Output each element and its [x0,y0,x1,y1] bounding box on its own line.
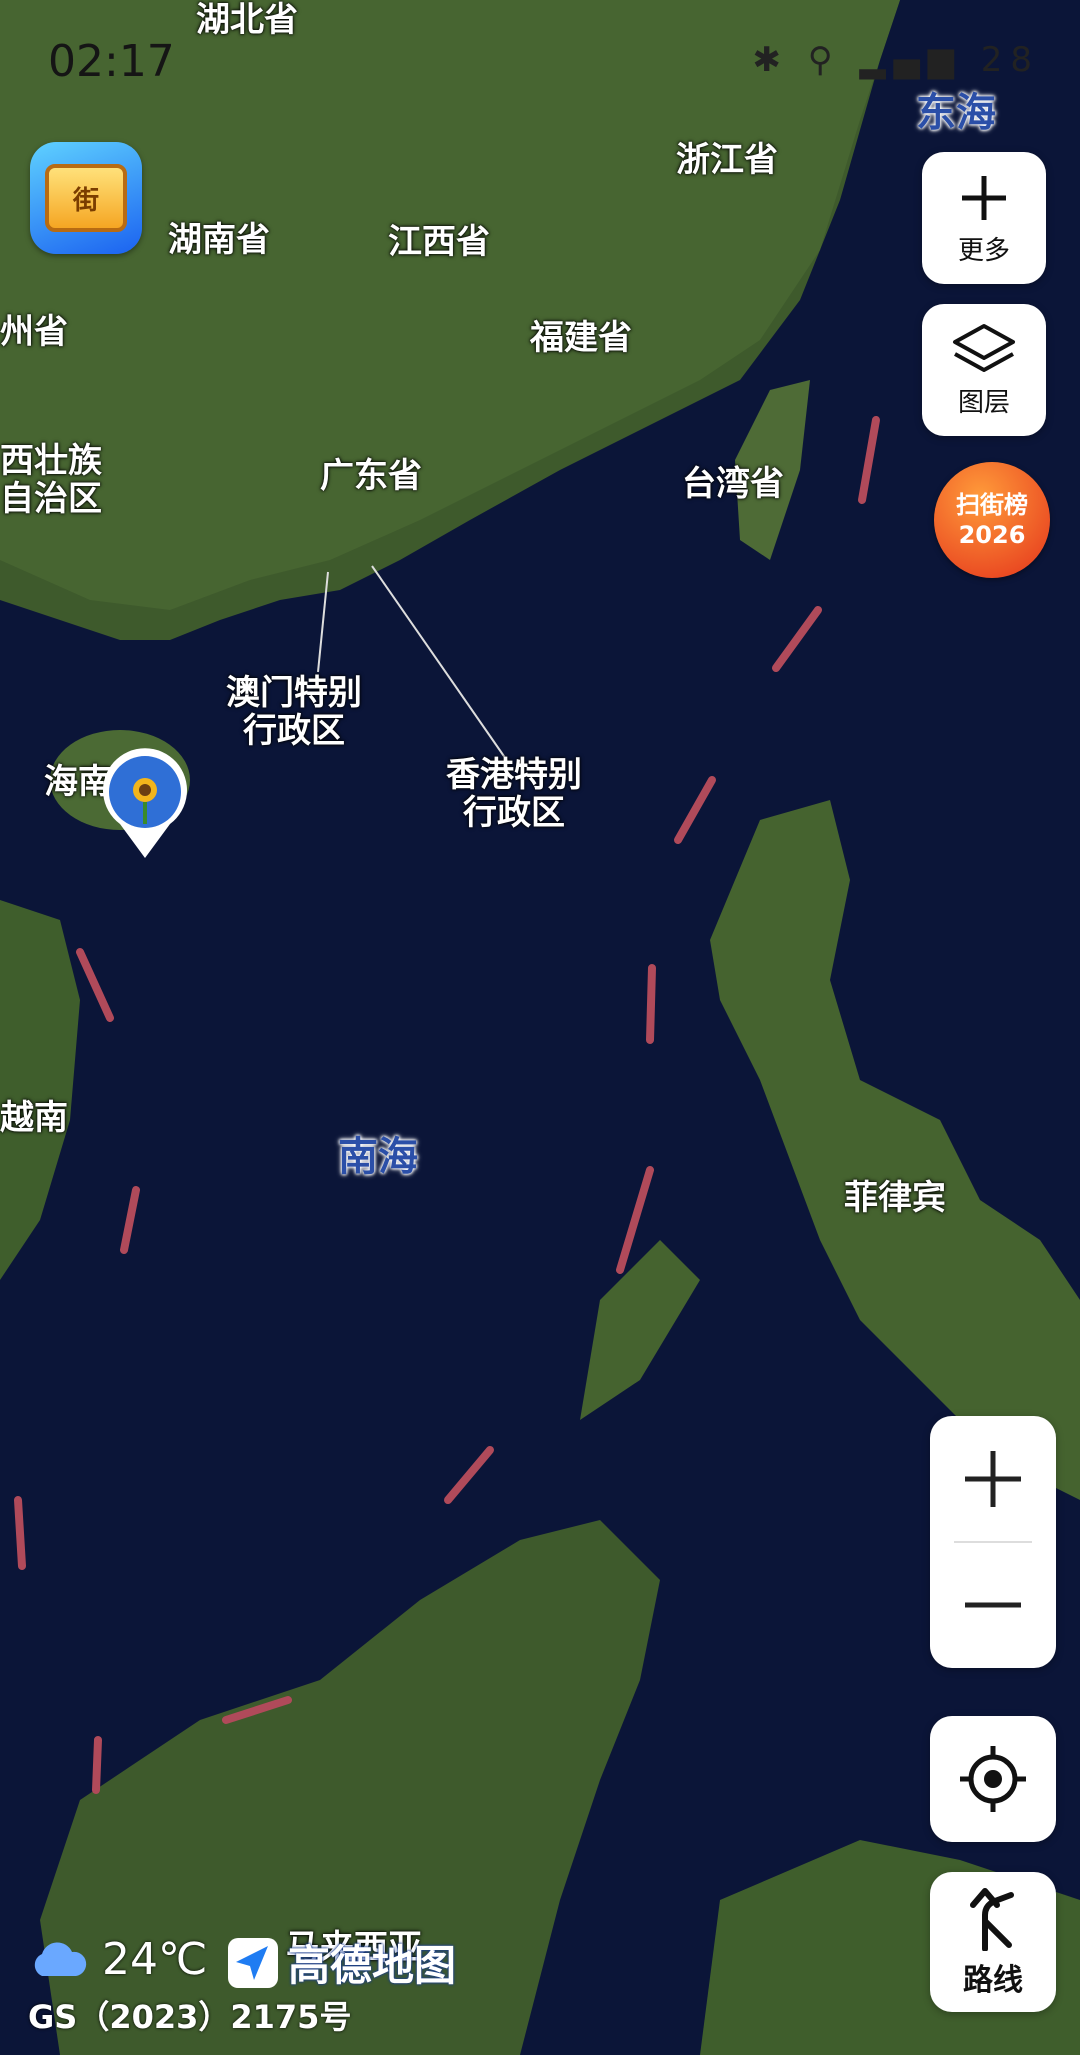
street-ranking-badge[interactable]: 扫街榜 2026 [934,462,1050,578]
map-label-taiwan[interactable]: 台湾省 [682,456,784,505]
zoom-out-icon [965,1602,1021,1608]
map-label-guangxi[interactable]: 西壮族 自治区 [0,442,102,518]
map-label-zhejiang[interactable]: 浙江省 [676,132,778,181]
status-icons: ✱ ⚲ ▂▄▆ 28 [752,40,1040,80]
map-label-guizhou[interactable]: 州省 [0,304,68,353]
amap-logo-icon [228,1937,278,1988]
map-label-fujian[interactable]: 福建省 [530,310,632,359]
map-label-vietnam[interactable]: 越南 [0,1090,68,1139]
map-label-hubei[interactable]: 湖北省 [196,0,298,41]
zoom-control [930,1416,1056,1668]
user-location-pin[interactable] [100,746,190,862]
map-label-guangdong[interactable]: 广东省 [320,448,422,497]
map-label-south-sea[interactable]: 南海 [338,1124,418,1182]
battery-level: 28 [980,40,1040,80]
treasure-chest-app-icon[interactable]: 街 [30,142,142,254]
zoom-in-button[interactable] [930,1416,1056,1542]
locate-me-button[interactable] [930,1716,1056,1842]
weather-widget[interactable]: 24℃ [28,1934,207,1985]
status-time: 02:17 [48,36,175,87]
cloud-icon [34,1941,87,1976]
map-license: GS（2023）2175号 [28,1998,352,2036]
plus-icon [962,175,1006,220]
map-label-macau[interactable]: 澳门特别 行政区 [226,674,362,750]
more-button[interactable]: 更多 [922,152,1046,284]
route-arrow-icon [970,1888,1014,1951]
map-label-east-sea[interactable]: 东海 [916,80,996,138]
temperature: 24℃ [102,1934,208,1985]
brand-name: 高德地图 [288,1941,457,1990]
signal-icon: ▂▄▆ [859,40,962,80]
amap-brand: 高德地图 [228,1932,456,1993]
treasure-chest-icon: 街 [45,164,127,232]
layers-icon [953,323,1015,372]
location-icon: ⚲ [807,40,841,80]
layers-label: 图层 [957,387,1010,418]
zoom-in-icon [965,1451,1021,1507]
layers-button[interactable]: 图层 [922,304,1046,436]
map-label-jiangxi[interactable]: 江西省 [388,214,490,263]
bluetooth-icon: ✱ [752,40,789,80]
route-label: 路线 [963,1963,1023,1998]
zoom-out-button[interactable] [930,1542,1056,1668]
map-label-philippines[interactable]: 菲律宾 [844,1170,946,1219]
satellite-map[interactable] [0,0,1080,2055]
more-label: 更多 [957,235,1010,266]
map-label-hongkong[interactable]: 香港特别 行政区 [446,756,582,832]
map-label-hunan[interactable]: 湖南省 [168,212,270,261]
crosshair-icon [960,1746,1026,1812]
route-button[interactable]: 路线 [930,1872,1056,2012]
